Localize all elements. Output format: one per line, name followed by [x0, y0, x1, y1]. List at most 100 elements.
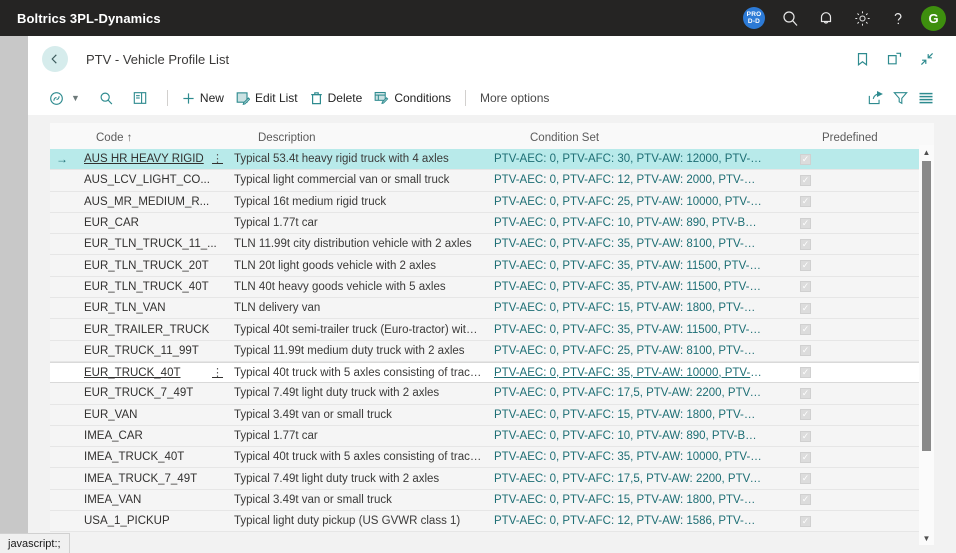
open-in-new-window-icon[interactable] [887, 52, 902, 66]
search-button[interactable] [92, 88, 126, 109]
cell-description[interactable]: Typical 7.49t light duty truck with 2 ax… [228, 473, 488, 485]
table-row[interactable]: EUR_VAN Typical 3.49t van or small truck P… [50, 404, 934, 426]
cell-condition-set[interactable]: PTV-AEC: 0, PTV-AFC: 35, PTV-AW: 8100, P… [488, 238, 768, 250]
cell-description[interactable]: TLN 11.99t city distribution vehicle wit… [228, 238, 488, 250]
cell-code[interactable]: USA_1_PICKUP [78, 515, 228, 527]
cell-code[interactable]: EUR_TLN_VAN [78, 302, 228, 314]
cell-description[interactable]: Typical 40t truck with 5 axles consistin… [228, 367, 488, 379]
cell-code[interactable]: EUR_TRUCK_11_99T [78, 345, 228, 357]
back-button[interactable] [42, 46, 68, 72]
environment-badge[interactable]: PRO D-D [736, 0, 772, 36]
cell-condition-set[interactable]: PTV-AEC: 0, PTV-AFC: 35, PTV-AW: 11500, … [488, 260, 768, 272]
table-row[interactable]: USA_1_PICKUP Typical light duty pickup (U… [50, 511, 934, 533]
table-row[interactable]: EUR_TLN_TRUCK_11_... TLN 11.99t city dist… [50, 234, 934, 256]
cell-condition-set[interactable]: PTV-AEC: 0, PTV-AFC: 35, PTV-AW: 11500, … [488, 324, 768, 336]
table-row[interactable]: IMEA_VAN Typical 3.49t van or small truck… [50, 489, 934, 512]
cell-condition-set[interactable]: PTV-AEC: 0, PTV-AFC: 25, PTV-AW: 10000, … [488, 196, 768, 208]
cell-code[interactable]: EUR_TLN_TRUCK_40T [78, 281, 228, 293]
bookmark-icon[interactable] [856, 52, 869, 67]
cell-condition-set[interactable]: PTV-AEC: 0, PTV-AFC: 10, PTV-AW: 890, PT… [488, 430, 768, 442]
list-lines-icon[interactable] [918, 91, 934, 105]
cell-description[interactable]: Typical 53.4t heavy rigid truck with 4 a… [228, 153, 488, 165]
table-row[interactable]: → AUS HR HEAVY RIGID ⋮ Typical 53.4t heavy … [50, 149, 934, 171]
cell-code[interactable]: AUS_MR_MEDIUM_R... [78, 196, 228, 208]
notification-bell-icon[interactable] [808, 0, 844, 36]
cell-description[interactable]: Typical 7.49t light duty truck with 2 ax… [228, 387, 488, 399]
column-header-description[interactable]: Description [252, 132, 524, 144]
cell-code[interactable]: EUR_TRUCK_40T ⋮ [78, 367, 228, 379]
vertical-scrollbar[interactable]: ▲ ▼ [919, 145, 934, 545]
cell-condition-set[interactable]: PTV-AEC: 0, PTV-AFC: 17,5, PTV-AW: 2200,… [488, 473, 768, 485]
share-export-icon[interactable] [868, 91, 883, 105]
cell-code[interactable]: EUR_TRUCK_7_49T [78, 387, 228, 399]
table-row[interactable]: IMEA_CAR Typical 1.77t car PTV-AEC: 0, PTV… [50, 425, 934, 448]
more-options-button[interactable]: More options [474, 88, 555, 108]
scrollbar-track[interactable] [919, 159, 934, 531]
row-menu-icon[interactable]: ⋮ [212, 367, 223, 378]
row-menu-icon[interactable]: ⋮ [212, 154, 223, 165]
cell-code[interactable]: EUR_VAN [78, 409, 228, 421]
cell-condition-set[interactable]: PTV-AEC: 0, PTV-AFC: 35, PTV-AW: 10000, … [488, 451, 768, 463]
cell-condition-set[interactable]: PTV-AEC: 0, PTV-AFC: 15, PTV-AW: 1800, P… [488, 494, 768, 506]
help-question-icon[interactable] [880, 0, 916, 36]
cell-description[interactable]: TLN delivery van [228, 302, 488, 314]
table-row[interactable]: EUR_TRUCK_7_49T Typical 7.49t light duty … [50, 383, 934, 405]
avatar[interactable]: G [921, 5, 946, 31]
cell-description[interactable]: Typical light commercial van or small tr… [228, 174, 488, 186]
cell-code[interactable]: EUR_TLN_TRUCK_20T [78, 260, 228, 272]
table-row[interactable]: IMEA_TRUCK_40T Typical 40t truck with 5 a… [50, 447, 934, 469]
scroll-down-arrow[interactable]: ▼ [923, 531, 931, 545]
search-icon[interactable] [772, 0, 808, 36]
cell-description[interactable]: Typical 11.99t medium duty truck with 2 … [228, 345, 488, 357]
cell-condition-set[interactable]: PTV-AEC: 0, PTV-AFC: 35, PTV-AW: 10000, … [488, 367, 768, 379]
filter-funnel-icon[interactable] [893, 91, 908, 105]
column-header-condition-set[interactable]: Condition Set [524, 132, 816, 144]
scrollbar-thumb[interactable] [922, 161, 931, 451]
cell-condition-set[interactable]: PTV-AEC: 0, PTV-AFC: 10, PTV-AW: 890, PT… [488, 217, 768, 229]
cell-description[interactable]: Typical 1.77t car [228, 217, 488, 229]
cell-code[interactable]: IMEA_VAN [78, 494, 228, 506]
table-row[interactable]: EUR_TRAILER_TRUCK Typical 40t semi-traile… [50, 319, 934, 341]
conditions-button[interactable]: Conditions [368, 88, 457, 108]
table-row[interactable]: EUR_CAR Typical 1.77t car PTV-AEC: 0, PTV-… [50, 212, 934, 235]
table-row[interactable]: EUR_TLN_VAN TLN delivery van PTV-AEC: 0, P… [50, 298, 934, 320]
cell-condition-set[interactable]: PTV-AEC: 0, PTV-AFC: 12, PTV-AW: 2000, P… [488, 174, 768, 186]
collapse-icon[interactable] [920, 52, 934, 66]
delete-button[interactable]: Delete [304, 88, 369, 108]
table-row[interactable]: AUS_LCV_LIGHT_CO... Typical light commerc… [50, 170, 934, 192]
cell-condition-set[interactable]: PTV-AEC: 0, PTV-AFC: 15, PTV-AW: 1800, P… [488, 302, 768, 314]
table-row[interactable]: EUR_TLN_TRUCK_40T TLN 40t heavy goods veh… [50, 276, 934, 299]
cell-condition-set[interactable]: PTV-AEC: 0, PTV-AFC: 17,5, PTV-AW: 2200,… [488, 387, 768, 399]
cell-condition-set[interactable]: PTV-AEC: 0, PTV-AFC: 25, PTV-AW: 8100, P… [488, 345, 768, 357]
cell-condition-set[interactable]: PTV-AEC: 0, PTV-AFC: 30, PTV-AW: 12000, … [488, 153, 768, 165]
table-row[interactable]: EUR_TLN_TRUCK_20T TLN 20t light goods veh… [50, 255, 934, 277]
focus-mode-button[interactable] [126, 88, 159, 108]
cell-code[interactable]: EUR_TLN_TRUCK_11_... [78, 238, 228, 250]
cell-description[interactable]: Typical 40t truck with 5 axles consistin… [228, 451, 488, 463]
cell-description[interactable]: Typical 40t semi-trailer truck (Euro-tra… [228, 324, 488, 336]
cell-description[interactable]: TLN 40t heavy goods vehicle with 5 axles [228, 281, 488, 293]
gear-icon[interactable] [844, 0, 880, 36]
table-row[interactable]: EUR_TRUCK_11_99T Typical 11.99t medium du… [50, 340, 934, 362]
cell-description[interactable]: Typical light duty pickup (US GVWR class… [228, 515, 488, 527]
column-header-code[interactable]: Code ↑ [90, 132, 252, 144]
cell-code[interactable]: AUS HR HEAVY RIGID ⋮ [78, 153, 228, 165]
cell-code[interactable]: EUR_CAR [78, 217, 228, 229]
cell-description[interactable]: Typical 3.49t van or small truck [228, 409, 488, 421]
cell-code[interactable]: IMEA_TRUCK_7_49T [78, 473, 228, 485]
cell-code[interactable]: AUS_LCV_LIGHT_CO... [78, 174, 228, 186]
cell-condition-set[interactable]: PTV-AEC: 0, PTV-AFC: 35, PTV-AW: 11500, … [488, 281, 768, 293]
scroll-up-arrow[interactable]: ▲ [923, 145, 931, 159]
cell-condition-set[interactable]: PTV-AEC: 0, PTV-AFC: 12, PTV-AW: 1586, P… [488, 515, 768, 527]
new-button[interactable]: New [176, 88, 230, 108]
cell-code[interactable]: IMEA_TRUCK_40T [78, 451, 228, 463]
analysis-mode-button[interactable]: ▼ [42, 88, 92, 109]
cell-description[interactable]: Typical 16t medium rigid truck [228, 196, 488, 208]
cell-description[interactable]: TLN 20t light goods vehicle with 2 axles [228, 260, 488, 272]
cell-condition-set[interactable]: PTV-AEC: 0, PTV-AFC: 15, PTV-AW: 1800, P… [488, 409, 768, 421]
cell-description[interactable]: Typical 3.49t van or small truck [228, 494, 488, 506]
edit-list-button[interactable]: Edit List [230, 88, 304, 108]
cell-description[interactable]: Typical 1.77t car [228, 430, 488, 442]
table-row[interactable]: IMEA_TRUCK_7_49T Typical 7.49t light duty… [50, 468, 934, 490]
cell-code[interactable]: EUR_TRAILER_TRUCK [78, 324, 228, 336]
